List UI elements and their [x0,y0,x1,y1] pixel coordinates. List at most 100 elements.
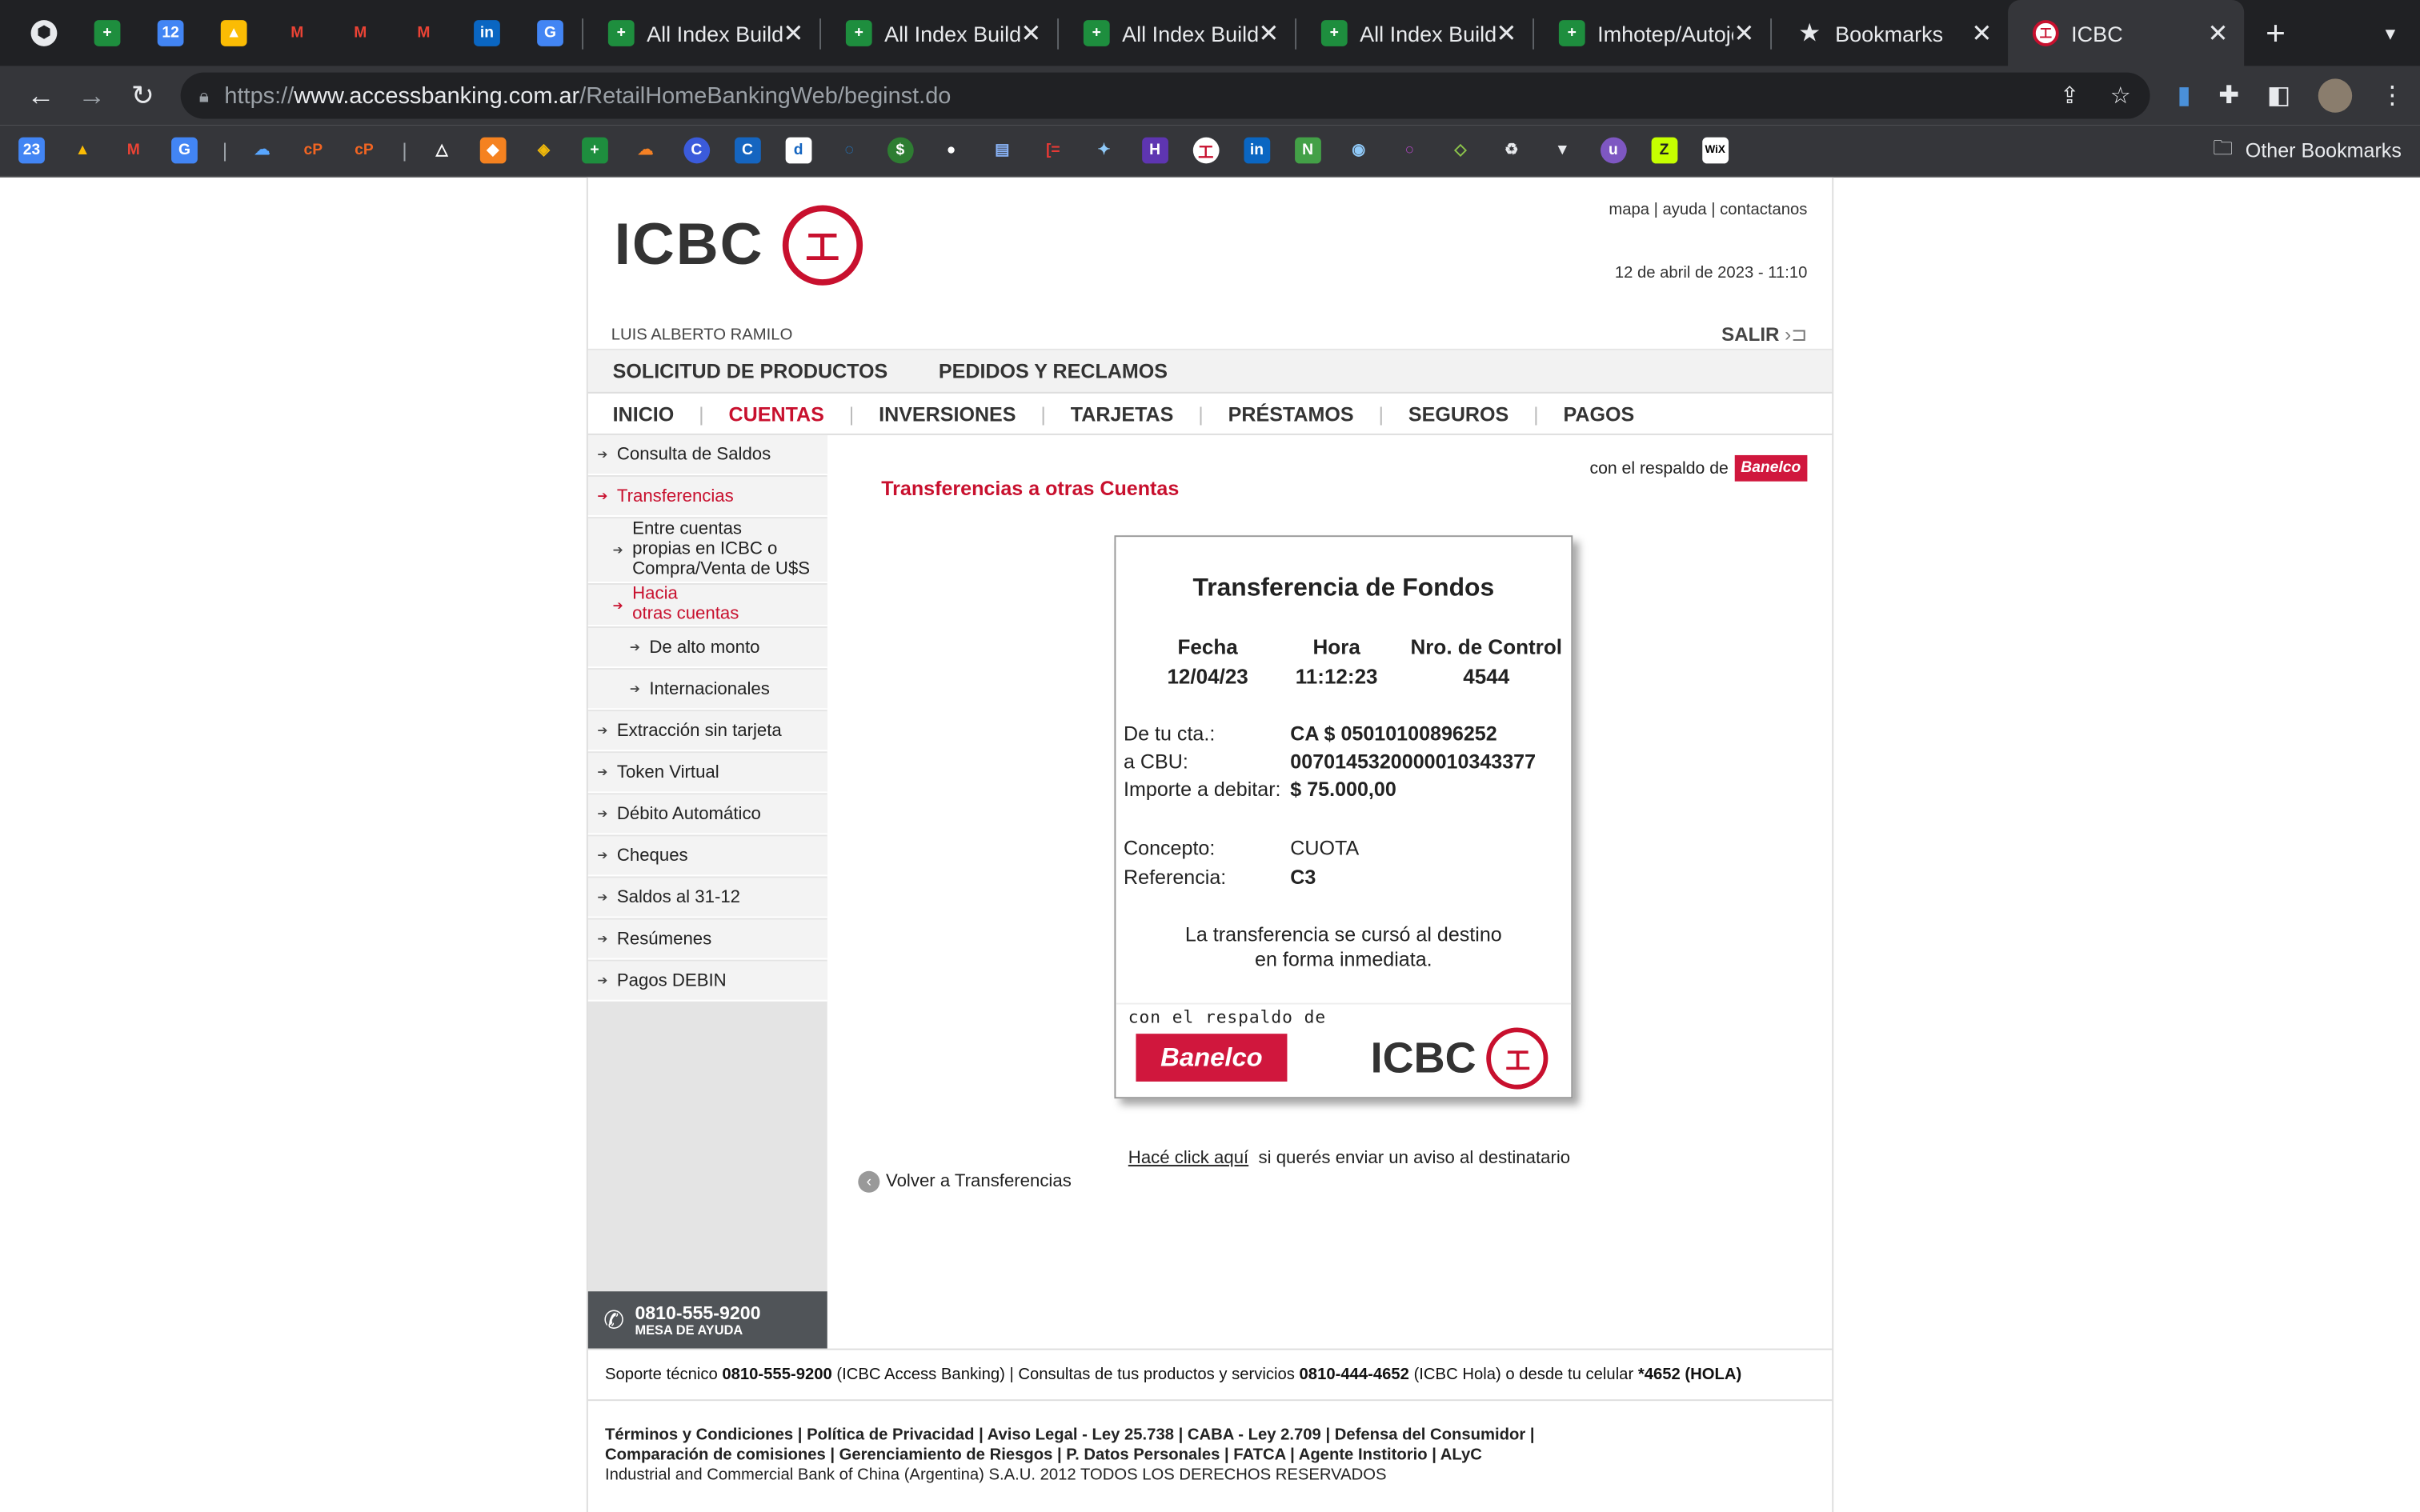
puzzle-icon[interactable]: ✦ [1091,138,1117,164]
pinned-tab[interactable]: in [455,0,519,66]
menu-tarjetas[interactable]: TARJETAS [1071,402,1174,426]
box-icon[interactable]: ◆ [479,137,507,164]
icbc-logo[interactable]: ICBC 工 [615,205,863,286]
reload-button[interactable]: ↻ [118,79,169,112]
sidebar-item-alto-monto[interactable]: ➔ De alto monto [587,627,827,669]
cloud-icon[interactable]: ☁ [249,138,275,164]
sidebar-item-internacionales[interactable]: ➔ Internacionales [587,670,827,710]
sidebar-item-cheques[interactable]: ➔ Cheques [587,836,827,877]
c-icon[interactable]: C [683,137,710,164]
binance-icon[interactable]: ◈ [531,138,557,164]
wix-icon[interactable]: WiX [1701,137,1729,164]
eye-icon[interactable]: ◉ [1345,138,1372,164]
close-icon[interactable]: ✕ [1496,18,1517,49]
sidebar-item-resumenes[interactable]: ➔ Resúmenes [587,919,827,960]
back-to-transfers[interactable]: ‹ Volver a Transferencias [858,1170,1072,1193]
help-desk[interactable]: ✆ 0810-555-9200 MESA DE AYUDA [587,1291,827,1349]
logout-button[interactable]: SALIR ›⊐ [1721,322,1807,346]
d-icon[interactable]: d [785,137,812,164]
side-panel-icon[interactable]: ◧ [2267,80,2290,111]
tab-bookmarks[interactable]: ★ Bookmarks ✕ [1772,0,2008,66]
top-links[interactable]: mapa | ayuda | contactanos [1609,201,1807,219]
u-icon[interactable]: u [1600,137,1627,164]
avatar[interactable] [2318,78,2353,113]
ring-icon[interactable]: ◌ [836,138,863,164]
extension-icon[interactable]: ▮ [2178,80,2191,111]
new-tab-button[interactable]: + [2266,13,2286,53]
sidebar-item-entre-cuentas[interactable]: ➔ Entre cuentas propias en ICBC o Compra/Ve… [587,518,827,584]
circle-icon[interactable]: ○ [1396,138,1423,164]
menu-solicitud[interactable]: SOLICITUD DE PRODUCTOS [613,359,888,382]
menu-cuentas[interactable]: CUENTAS [729,402,824,426]
linkedin-icon[interactable]: in [1244,137,1270,164]
tab-index-builder-3[interactable]: + All Index Builde ✕ [1059,0,1295,66]
bookmark-star-icon[interactable]: ☆ [2110,82,2131,110]
sidebar-item-saldos[interactable]: ➔ Saldos al 31-12 [587,878,827,918]
pinned-tab[interactable]: ⬢ [12,0,75,66]
translate-icon[interactable]: G [171,137,198,164]
cpanel-icon[interactable]: cP [351,138,378,164]
c-icon[interactable]: C [734,137,761,164]
dollar-icon[interactable]: $ [887,137,914,164]
z-icon[interactable]: Z [1651,137,1677,164]
cpanel-icon[interactable]: cP [300,138,327,164]
diamond-icon[interactable]: ◇ [1448,138,1474,164]
menu-inversiones[interactable]: INVERSIONES [879,402,1016,426]
sidebar-item-transferencias[interactable]: ➔ Transferencias [587,476,827,518]
pinned-tab[interactable]: ▲ [202,0,266,66]
sidebar-item-extraccion[interactable]: ➔ Extracción sin tarjeta [587,711,827,752]
menu-pedidos[interactable]: PEDIDOS Y RECLAMOS [939,359,1168,382]
sidebar-item-consulta[interactable]: ➔ Consulta de Saldos [587,434,827,476]
menu-inicio[interactable]: INICIO [613,402,675,426]
icbc-icon[interactable]: 工 [1192,137,1220,164]
chart-icon[interactable]: ▤ [989,138,1016,164]
n-icon[interactable]: N [1294,137,1321,164]
tab-index-builder-1[interactable]: + All Index Builde ✕ [583,0,819,66]
menu-seguros[interactable]: SEGUROS [1408,402,1508,426]
tab-imhotep[interactable]: + Imhotep/Autojo ✕ [1534,0,1770,66]
menu-prestamos[interactable]: PRÉSTAMOS [1228,402,1354,426]
legal-links-2[interactable]: Comparación de comisiones | Gerenciamien… [605,1446,1482,1464]
drive-icon[interactable]: ▲ [70,138,96,164]
notify-link[interactable]: Hacé click aquí [1128,1150,1248,1168]
pinned-tab[interactable]: + [76,0,139,66]
close-icon[interactable]: ✕ [1733,18,1755,49]
sidebar-item-hacia-otras[interactable]: ➔ Hacia otras cuentas [587,584,827,627]
pinned-tab[interactable]: M [392,0,455,66]
tab-index-builder-2[interactable]: + All Index Builde ✕ [821,0,1057,66]
menu-pagos[interactable]: PAGOS [1564,402,1635,426]
share-icon[interactable]: ⇪ [2060,82,2079,110]
close-icon[interactable]: ✕ [783,18,804,49]
cloudflare-icon[interactable]: ☁ [632,138,659,164]
recycle-icon[interactable]: ♻ [1498,138,1525,164]
github-icon[interactable]: ● [938,138,964,164]
tab-search-chevron-icon[interactable]: ▾ [2386,21,2396,46]
bracket-icon[interactable]: [= [1040,138,1066,164]
shirt-icon[interactable]: ▼ [1549,138,1576,164]
tab-index-builder-4[interactable]: + All Index Builde ✕ [1296,0,1533,66]
back-button[interactable]: ← [15,79,66,112]
sidebar-item-debito[interactable]: ➔ Débito Automático [587,794,827,835]
close-icon[interactable]: ✕ [1971,18,1993,49]
h-icon[interactable]: H [1141,137,1168,164]
pinned-tab[interactable]: 12 [139,0,202,66]
address-bar[interactable]: 🔒︎ https://www.accessbanking.com.ar/Reta… [180,72,2150,119]
close-icon[interactable]: ✕ [1020,18,1042,49]
pinned-tab[interactable]: M [329,0,392,66]
close-icon[interactable]: ✕ [1258,18,1280,49]
gmail-icon[interactable]: M [120,138,146,164]
menu-icon[interactable]: ⋮ [2380,80,2405,111]
other-bookmarks[interactable]: 🗀 Other Bookmarks [2213,134,2402,167]
calendar-icon[interactable]: 23 [18,137,45,164]
tab-icbc[interactable]: 工 ICBC ✕ [2008,0,2245,66]
sidebar-item-debin[interactable]: ➔ Pagos DEBIN [587,961,827,1002]
close-icon[interactable]: ✕ [2207,18,2229,49]
triangle-icon[interactable]: △ [429,138,455,164]
sidebar-item-token[interactable]: ➔ Token Virtual [587,753,827,794]
legal-links-1[interactable]: Términos y Condiciones | Política de Pri… [605,1426,1535,1444]
pinned-tab[interactable]: M [266,0,329,66]
forward-button[interactable]: → [66,79,118,112]
pinned-tab[interactable]: G [519,0,582,66]
puzzle-icon[interactable]: ✚ [2218,80,2239,111]
sheets-icon[interactable]: + [581,137,608,164]
